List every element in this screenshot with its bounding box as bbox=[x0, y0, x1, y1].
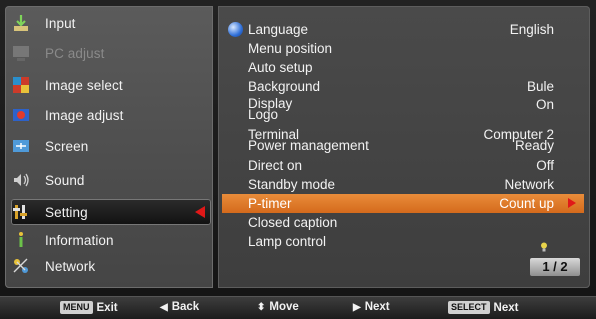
menu-item-input[interactable]: Input bbox=[11, 10, 211, 36]
pc-adjust-icon bbox=[11, 43, 31, 63]
menu-item-label: Screen bbox=[45, 138, 89, 154]
option-standby-mode[interactable]: Standby mode Network bbox=[222, 175, 584, 194]
menu-item-screen[interactable]: Screen bbox=[11, 133, 211, 159]
menu-item-network[interactable]: Network bbox=[11, 253, 211, 279]
menu-item-information[interactable]: Information bbox=[11, 227, 211, 253]
speaker-icon bbox=[11, 170, 31, 190]
hint-select-next: SELECT Next bbox=[448, 301, 518, 314]
option-terminal-power[interactable]: Terminal Power management Computer 2 Rea… bbox=[222, 128, 584, 153]
menu-item-label: Sound bbox=[45, 172, 85, 188]
menu-item-label: PC adjust bbox=[45, 45, 105, 61]
setting-icon bbox=[11, 202, 31, 222]
menu-item-pc-adjust: PC adjust bbox=[11, 40, 211, 66]
hint-back: ◀ Back bbox=[160, 301, 200, 313]
right-arrow-icon: ▶ bbox=[353, 301, 361, 313]
page-indicator: 1 / 2 bbox=[530, 258, 580, 276]
option-closed-caption[interactable]: Closed caption bbox=[222, 213, 584, 232]
menu-item-label: Setting bbox=[45, 204, 88, 220]
select-key-icon: SELECT bbox=[448, 301, 490, 314]
option-direct-on[interactable]: Direct on Off bbox=[222, 156, 584, 175]
menu-item-image-adjust[interactable]: Image adjust bbox=[11, 102, 211, 128]
option-display-logo[interactable]: Display Logo On bbox=[222, 97, 584, 122]
selection-arrow-icon bbox=[195, 206, 205, 218]
menu-item-label: Image adjust bbox=[45, 107, 124, 123]
image-select-icon bbox=[11, 75, 31, 95]
setting-submenu: Language English Menu position Auto setu… bbox=[218, 6, 590, 288]
option-language[interactable]: Language English bbox=[222, 20, 584, 39]
screen-icon bbox=[11, 136, 31, 156]
image-adjust-icon bbox=[11, 105, 31, 125]
hint-next: ▶ Next bbox=[353, 301, 390, 313]
network-icon bbox=[11, 256, 31, 276]
menu-item-label: Network bbox=[45, 258, 96, 274]
hint-move: ⬍ Move bbox=[257, 301, 299, 313]
globe-icon bbox=[228, 22, 243, 37]
hint-exit: MENU Exit bbox=[60, 301, 118, 314]
information-icon bbox=[11, 230, 31, 250]
left-arrow-icon: ◀ bbox=[160, 301, 168, 313]
option-menu-position[interactable]: Menu position bbox=[222, 39, 584, 58]
footer-hints: MENU Exit ◀ Back ⬍ Move ▶ Next SELECT Ne… bbox=[0, 296, 596, 319]
option-background[interactable]: Background Bule bbox=[222, 77, 584, 96]
menu-item-label: Image select bbox=[45, 77, 123, 93]
option-auto-setup[interactable]: Auto setup bbox=[222, 58, 584, 77]
option-lamp-control[interactable]: Lamp control bbox=[222, 232, 584, 251]
menu-item-image-select[interactable]: Image select bbox=[11, 72, 211, 98]
menu-item-sound[interactable]: Sound bbox=[11, 167, 211, 193]
menu-item-setting[interactable]: Setting bbox=[11, 199, 211, 225]
input-icon bbox=[11, 13, 31, 33]
up-down-arrow-icon: ⬍ bbox=[257, 301, 266, 313]
right-arrow-icon bbox=[568, 198, 576, 208]
menu-item-label: Information bbox=[45, 232, 114, 248]
page-hint-icon bbox=[541, 242, 547, 252]
main-menu: Input PC adjust Image select Image adjus… bbox=[5, 6, 213, 288]
menu-key-icon: MENU bbox=[60, 301, 93, 314]
menu-item-label: Input bbox=[45, 15, 76, 31]
option-p-timer[interactable]: P-timer Count up bbox=[222, 194, 584, 213]
